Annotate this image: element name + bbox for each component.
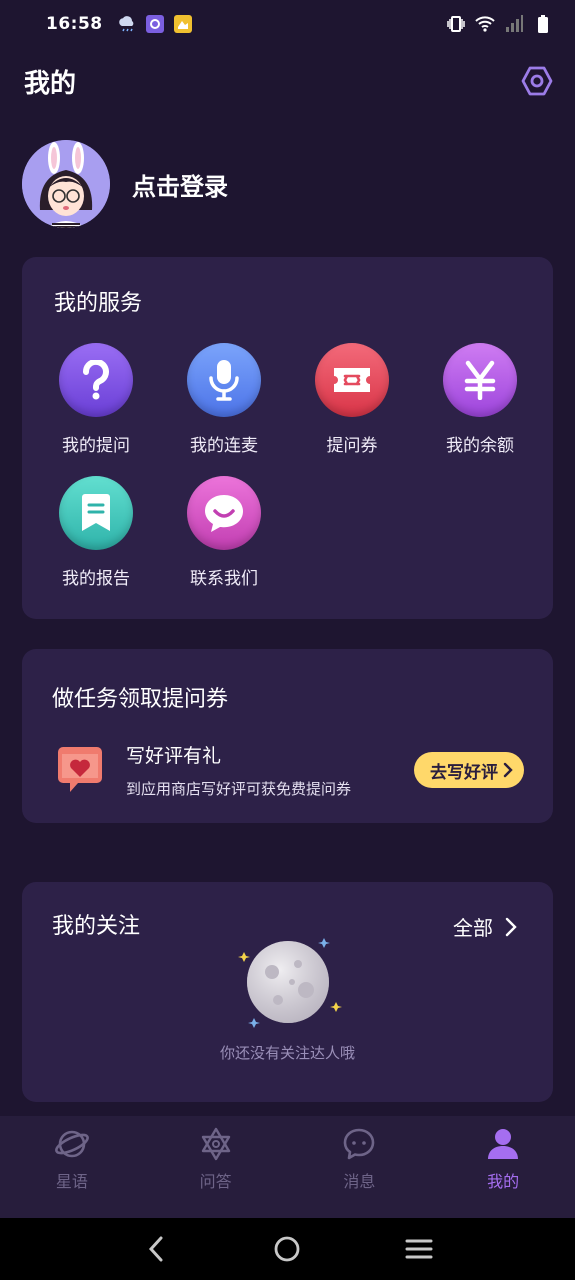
follow-all-label: 全部 (453, 916, 493, 940)
task-description: 到应用商店写好评可获免费提问券 (126, 780, 352, 798)
heart-message-icon (58, 747, 102, 792)
menu-icon (405, 1239, 433, 1259)
tab-label: 星语 (55, 1172, 88, 1191)
nav-back-button[interactable] (140, 1233, 172, 1265)
wifi-icon (475, 16, 495, 32)
header: 我的 (0, 56, 575, 106)
service-label: 我的提问 (62, 436, 130, 456)
system-nav-bar (0, 1218, 575, 1280)
question-icon (59, 343, 133, 417)
app-notification-icon (145, 15, 164, 33)
follow-title: 我的关注 (52, 914, 141, 939)
planet-icon (54, 1130, 89, 1158)
task-name: 写好评有礼 (126, 745, 222, 767)
task-row: 写好评有礼 到应用商店写好评可获免费提问券 去写好评 (54, 739, 524, 801)
tab-label: 消息 (343, 1172, 376, 1191)
services-title: 我的服务 (54, 291, 143, 316)
service-my-questions[interactable]: 我的提问 (32, 343, 160, 456)
message-icon (344, 1128, 375, 1160)
service-my-calls[interactable]: 我的连麦 (160, 343, 288, 456)
battery-icon (538, 15, 548, 33)
signal-icon (506, 15, 523, 32)
tab-messages[interactable]: 消息 (288, 1116, 432, 1218)
tab-label: 问答 (199, 1172, 232, 1191)
status-time: 16:58 (46, 14, 103, 34)
microphone-icon (187, 343, 261, 417)
follow-card: 我的关注 全部 你还没有关注达人哦 (22, 882, 553, 1102)
nav-recents-button[interactable] (403, 1233, 435, 1265)
empty-moon-icon (238, 938, 342, 1028)
tab-qa[interactable]: 问答 (144, 1116, 288, 1218)
write-review-label: 去写好评 (430, 762, 498, 782)
service-contact-us[interactable]: 联系我们 (160, 476, 288, 589)
services-card: 我的服务 我的提问 我的连麦 提问券 我的余额 我的报告 联系我们 (22, 257, 553, 619)
person-icon (488, 1129, 519, 1159)
service-label: 联系我们 (190, 569, 258, 589)
service-label: 我的余额 (446, 436, 514, 456)
write-review-button[interactable]: 去写好评 (414, 752, 524, 788)
follow-all-link[interactable]: 全部 (453, 912, 517, 941)
page-title: 我的 (24, 68, 77, 99)
nav-home-button[interactable] (271, 1233, 303, 1265)
weather-icon (118, 16, 133, 32)
ticket-icon (315, 343, 389, 417)
tab-star-talk[interactable]: 星语 (0, 1116, 144, 1218)
service-my-balance[interactable]: 我的余额 (416, 343, 544, 456)
settings-icon[interactable] (521, 65, 553, 97)
chat-smile-icon (187, 476, 261, 550)
task-card: 做任务领取提问券 写好评有礼 到应用商店写好评可获免费提问券 去写好评 (22, 649, 553, 823)
services-grid: 我的提问 我的连麦 提问券 我的余额 我的报告 联系我们 (22, 343, 553, 589)
tab-mine[interactable]: 我的 (431, 1116, 575, 1218)
avatar-illustration (22, 140, 110, 228)
service-question-ticket[interactable]: 提问券 (288, 343, 416, 456)
yen-icon (443, 343, 517, 417)
app-notification-icon-2 (173, 15, 192, 33)
vibrate-icon (447, 16, 465, 32)
service-label: 提问券 (326, 436, 378, 456)
service-label: 我的连麦 (190, 436, 258, 456)
empty-follow-text: 你还没有关注达人哦 (219, 1044, 355, 1062)
status-bar: 16:58 (0, 0, 575, 48)
chevron-right-icon (503, 762, 513, 778)
bottom-tab-bar: 星语 问答 消息 我的 (0, 1116, 575, 1218)
service-my-reports[interactable]: 我的报告 (32, 476, 160, 589)
home-icon (275, 1236, 300, 1262)
service-label: 我的报告 (62, 569, 130, 589)
login-link[interactable]: 点击登录 (132, 167, 228, 202)
chevron-right-icon (505, 917, 517, 936)
back-icon (148, 1236, 163, 1262)
tab-label: 我的 (487, 1172, 520, 1191)
report-icon (59, 476, 133, 550)
task-title: 做任务领取提问券 (52, 687, 229, 712)
avatar[interactable] (22, 140, 110, 228)
hexagram-icon (201, 1127, 230, 1161)
profile-section[interactable]: 点击登录 (22, 138, 228, 230)
